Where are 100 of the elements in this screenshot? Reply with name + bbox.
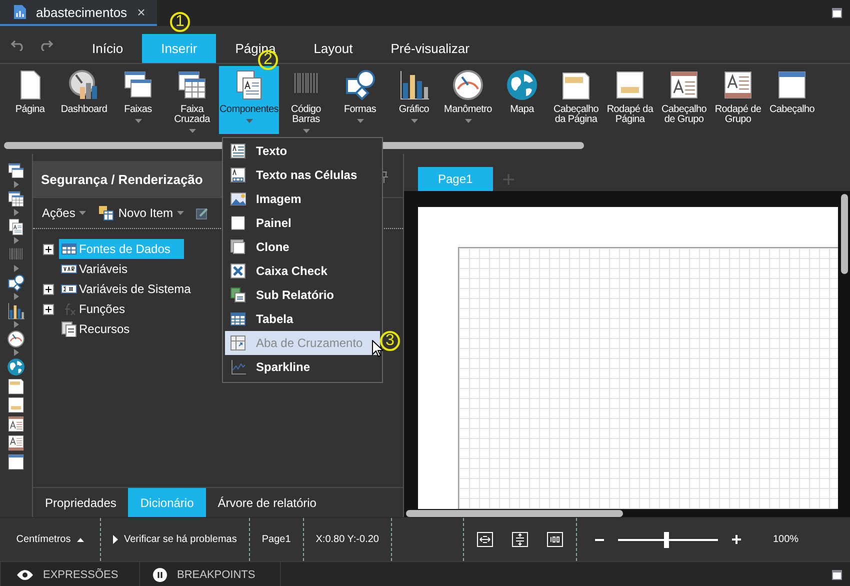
caret-icon [14, 321, 18, 328]
globe-icon [506, 69, 538, 101]
zoom-in-icon[interactable] [732, 535, 741, 544]
menu-item[interactable]: Clone [225, 235, 380, 259]
ribbon-button[interactable]: Mapa [495, 66, 549, 134]
cursor-position: X:0.80 Y:-0.20 [316, 534, 379, 545]
tree-item[interactable]: Variáveis [59, 259, 142, 279]
undo-icon[interactable] [11, 38, 25, 50]
gauge-icon [452, 69, 484, 101]
header-icon [776, 69, 808, 101]
expressions-tab[interactable]: EXPRESSÕES [0, 562, 139, 586]
caret-icon [14, 237, 18, 244]
page-footer-icon [614, 69, 646, 101]
caret-icon [79, 211, 86, 215]
caret-icon [14, 293, 18, 300]
tree-item[interactable]: Funções [59, 299, 140, 319]
group-header-icon [668, 69, 700, 101]
ribbon-button[interactable]: Rodapé da Página [603, 66, 657, 134]
menu-item[interactable]: Imagem [225, 187, 380, 211]
fit-height-icon[interactable] [512, 532, 528, 547]
ribbon-button[interactable]: Dashboard [57, 66, 111, 134]
caret-icon [14, 209, 18, 216]
breakpoints-tab[interactable]: BREAKPOINTS [139, 562, 281, 586]
check-issues-button[interactable]: Verificar se há problemas [124, 534, 237, 545]
expand-icon[interactable] [43, 284, 54, 294]
ribbon-button[interactable]: Página [3, 66, 57, 134]
menu-item[interactable]: Sparkline [225, 355, 380, 379]
redo-icon[interactable] [39, 38, 53, 50]
page-header-icon [7, 377, 25, 395]
ribbon-button[interactable]: Faixa Cruzada [165, 66, 219, 134]
ribbon-tab[interactable]: Layout [294, 34, 372, 63]
ribbon-button[interactable]: Rodapé de Grupo [711, 66, 765, 134]
new-item-menu[interactable]: Novo Item [98, 205, 184, 221]
shapes-icon [7, 274, 25, 292]
document-tab[interactable]: abastecimentos × [0, 0, 158, 26]
ribbon-button[interactable]: Gráfico [387, 66, 441, 134]
checkbox-icon [230, 263, 246, 279]
edit-icon[interactable] [196, 206, 210, 220]
globe-icon [7, 358, 25, 376]
ribbon-button[interactable]: Código Barras [279, 66, 333, 134]
window-icon[interactable] [832, 570, 842, 580]
menu-item[interactable]: Texto [225, 139, 380, 163]
resources-icon [61, 321, 77, 337]
menu-item[interactable]: Tabela [225, 307, 380, 331]
components-icon [7, 218, 25, 236]
fit-width-icon[interactable] [476, 532, 493, 547]
close-button[interactable]: × [137, 4, 146, 20]
text-icon [230, 143, 246, 159]
clone-icon [230, 239, 246, 255]
ribbon-tab[interactable]: Início [73, 34, 142, 63]
cross-band-icon [176, 69, 208, 101]
ribbon-button[interactable]: Cabeçalho [765, 66, 819, 134]
page-footer-icon [7, 396, 25, 414]
cell-text-icon [230, 167, 246, 183]
ribbon-button[interactable]: Componentes [219, 66, 279, 134]
ribbon-button[interactable]: Faixas [111, 66, 165, 134]
ribbon-button[interactable]: Cabeçalho da Página [549, 66, 603, 134]
menu-item[interactable]: Texto nas Células [225, 163, 380, 187]
group-footer-icon [7, 434, 25, 452]
ribbon-button[interactable]: Cabeçalho de Grupo [657, 66, 711, 134]
image-icon [230, 191, 246, 207]
ribbon-button[interactable]: Manômetro [441, 66, 495, 134]
shapes-icon [344, 69, 376, 101]
panel-tab[interactable]: Propriedades [33, 488, 128, 517]
actions-menu[interactable]: Ações [42, 206, 86, 220]
menu-item[interactable]: Painel [225, 211, 380, 235]
ribbon-tab[interactable]: Pré-visualizar [372, 34, 488, 63]
table-icon [230, 311, 246, 327]
expand-icon[interactable] [43, 304, 54, 314]
scrollbar-thumb[interactable] [840, 194, 848, 274]
window-icon[interactable] [832, 8, 842, 18]
gauge-icon [7, 330, 25, 348]
panel-icon [230, 215, 246, 231]
dashboard-icon [68, 69, 100, 101]
slider-thumb[interactable] [664, 532, 669, 548]
subreport-icon [230, 287, 246, 303]
zoom-level: 100% [772, 534, 799, 545]
group-footer-icon [722, 69, 754, 101]
caret-icon [177, 211, 184, 215]
group-header-icon [7, 415, 25, 433]
caret-icon [14, 181, 18, 188]
actual-size-icon[interactable] [546, 532, 563, 547]
tree-item[interactable]: Variáveis de Sistema [59, 279, 205, 299]
play-icon[interactable] [113, 535, 118, 544]
tree-item[interactable]: Recursos [59, 319, 144, 339]
new-item-icon [98, 205, 114, 221]
eye-icon [17, 570, 33, 580]
units-menu[interactable]: Centímetros [16, 534, 71, 545]
cross-tab-icon [230, 335, 246, 351]
step-number: 3 [380, 331, 400, 351]
expand-icon[interactable] [43, 244, 54, 254]
menu-item[interactable]: Caixa Check [225, 259, 380, 283]
panel-tab[interactable]: Árvore de relatório [206, 488, 328, 517]
report-icon [14, 5, 26, 19]
menu-item[interactable]: Sub Relatório [225, 283, 380, 307]
scrollbar-thumb[interactable] [406, 510, 623, 516]
caret-icon [76, 538, 84, 542]
caret-icon [14, 265, 18, 272]
ribbon-button[interactable]: Formas [333, 66, 387, 134]
cursor-icon [372, 340, 383, 357]
